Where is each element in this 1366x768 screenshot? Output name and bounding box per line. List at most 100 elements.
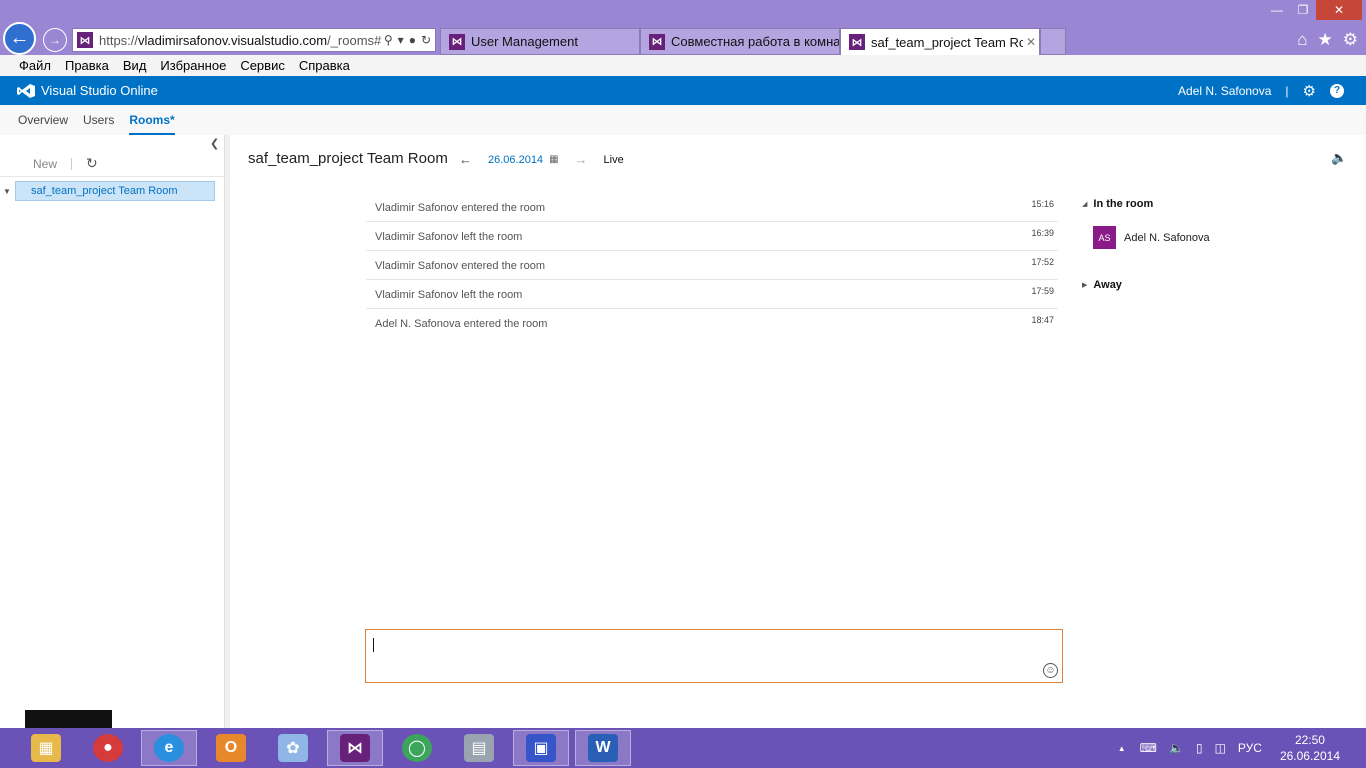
header-separator: | (1285, 83, 1289, 98)
date-navigator: ← 26.06.2014 ▦ → Live (459, 152, 624, 167)
current-date[interactable]: 26.06.2014 (488, 154, 543, 166)
show-hidden-icons-icon[interactable]: ▲ (1118, 744, 1126, 753)
keyboard-icon[interactable]: ⌨ (1140, 741, 1157, 755)
menu-edit[interactable]: Правка (65, 58, 109, 73)
text-caret (373, 638, 374, 652)
tab-user-management[interactable]: ⋈ User Management (440, 28, 640, 55)
list-item: Vladimir Safonov left the room 17:59 (366, 280, 1058, 309)
home-icon[interactable]: ⌂ (1297, 30, 1307, 50)
battery-icon[interactable]: ▯ (1196, 741, 1203, 755)
tab-overview[interactable]: Overview (18, 113, 68, 127)
ime-indicator (25, 710, 112, 728)
site-favicon-icon: ⋈ (77, 32, 93, 48)
visual-studio-logo-icon[interactable] (17, 83, 35, 98)
window-controls: — ❐ ✕ (1264, 0, 1362, 20)
server-icon: ▤ (464, 734, 494, 762)
taskbar-chrome[interactable]: ◯ (389, 730, 445, 766)
away-header[interactable]: ▶ Away (1082, 279, 1342, 291)
word-icon: W (588, 734, 618, 762)
rooms-toolbar: New ↻ (0, 151, 225, 177)
chrome-icon: ◯ (402, 734, 432, 762)
taskbar-internet-explorer[interactable]: e (141, 730, 197, 766)
product-title[interactable]: Visual Studio Online (41, 83, 158, 98)
refresh-icon[interactable]: ↻ (86, 155, 98, 172)
minimize-icon[interactable]: — (1264, 0, 1290, 20)
new-room-button[interactable]: New (33, 157, 57, 171)
menu-favorites[interactable]: Избранное (160, 58, 226, 73)
settings-gear-icon[interactable]: ⚙ (1343, 30, 1358, 50)
menu-help[interactable]: Справка (299, 58, 350, 73)
taskbar: ▦ ● e O ✿ ⋈ ◯ ▤ ▣ W ▲ ⌨ 🔈 ▯ ◫ РУС 22:50 … (0, 728, 1366, 768)
collapse-caret-icon: ◢ (1082, 201, 1088, 208)
taskbar-server[interactable]: ▤ (451, 730, 507, 766)
system-tray: ▲ ⌨ 🔈 ▯ ◫ РУС 22:50 26.06.2014 (1118, 728, 1366, 768)
taskbar-word[interactable]: W (575, 730, 631, 766)
menu-file[interactable]: Файл (19, 58, 51, 73)
volume-icon[interactable]: 🔈 (1169, 741, 1184, 755)
calendar-icon[interactable]: ▦ (549, 154, 558, 165)
language-indicator[interactable]: РУС (1238, 741, 1262, 755)
menu-view[interactable]: Вид (123, 58, 147, 73)
expand-caret-icon[interactable]: ▼ (3, 187, 11, 196)
tab-close-icon[interactable]: ✕ (1023, 35, 1039, 49)
menu-bar: Файл Правка Вид Избранное Сервис Справка (0, 55, 1366, 76)
floppy-disk-icon: ▣ (526, 734, 556, 762)
forward-button[interactable]: → (43, 28, 67, 52)
new-tab-button[interactable] (1040, 28, 1066, 55)
address-bar[interactable]: ⋈ https://vladimirsafonov.visualstudio.c… (72, 28, 436, 52)
gear-icon[interactable]: ⚙ (1303, 82, 1316, 100)
restore-icon[interactable]: ❐ (1290, 0, 1316, 20)
internet-explorer-icon: e (154, 734, 184, 762)
folder-icon: ▦ (31, 734, 61, 762)
search-icon[interactable]: ⚲ (384, 33, 393, 47)
taskbar-outlook[interactable]: O (203, 730, 259, 766)
help-icon[interactable]: ? (1330, 83, 1344, 98)
list-item: Vladimir Safonov left the room 16:39 (366, 222, 1058, 251)
clock[interactable]: 22:50 26.06.2014 (1280, 732, 1340, 764)
media-icon: ● (93, 734, 123, 762)
visual-studio-icon: ⋈ (340, 734, 370, 762)
tab-users[interactable]: Users (83, 113, 114, 127)
room-roster: ◢ In the room AS Adel N. Safonova ▶ Away (1082, 198, 1342, 291)
close-window-icon[interactable]: ✕ (1316, 0, 1362, 20)
room-list-item[interactable]: saf_team_project Team Room (15, 181, 215, 201)
tab-collaboration[interactable]: ⋈ Совместная работа в комнат... (640, 28, 840, 55)
message-input[interactable]: ☺ (365, 629, 1063, 683)
taskbar-app-2[interactable]: ● (80, 730, 136, 766)
user-name[interactable]: Adel N. Safonova (1178, 84, 1271, 98)
in-room-header[interactable]: ◢ In the room (1082, 198, 1342, 210)
app-header: Visual Studio Online Adel N. Safonova | … (0, 76, 1366, 105)
taskbar-explorer[interactable]: ▦ (18, 730, 74, 766)
taskbar-save[interactable]: ▣ (513, 730, 569, 766)
panel-splitter[interactable] (225, 135, 230, 728)
lock-icon[interactable]: ● (409, 33, 416, 47)
sound-icon[interactable]: 🔈 (1331, 150, 1347, 166)
list-item: Vladimir Safonov entered the room 17:52 (366, 251, 1058, 280)
member-name: Adel N. Safonova (1124, 231, 1210, 244)
taskbar-visual-studio[interactable]: ⋈ (327, 730, 383, 766)
emoticon-icon[interactable]: ☺ (1043, 663, 1058, 678)
tab-team-room[interactable]: ⋈ saf_team_project Team Roo... ✕ (840, 28, 1040, 55)
list-item: Vladimir Safonov entered the room 15:16 (366, 193, 1058, 222)
next-day-icon[interactable]: → (575, 152, 588, 167)
collapse-panel-icon[interactable]: ❮ (210, 137, 219, 150)
live-link[interactable]: Live (604, 154, 624, 166)
page-title: saf_team_project Team Room (248, 150, 448, 167)
palette-icon: ✿ (278, 734, 308, 762)
taskbar-paint[interactable]: ✿ (265, 730, 321, 766)
roster-member[interactable]: AS Adel N. Safonova (1093, 226, 1342, 249)
back-button[interactable]: ← (3, 22, 36, 55)
refresh-icon[interactable]: ↻ (421, 33, 431, 47)
menu-tools[interactable]: Сервис (240, 58, 285, 73)
expand-caret-icon: ▶ (1082, 282, 1088, 289)
tab-rooms[interactable]: Rooms* (129, 113, 176, 136)
rooms-panel: ❮ New ↻ ▼ saf_team_project Team Room (0, 135, 225, 728)
dropdown-icon[interactable]: ▾ (398, 33, 404, 47)
previous-day-icon[interactable]: ← (459, 152, 472, 167)
list-item: Adel N. Safonova entered the room 18:47 (375, 315, 1054, 330)
favorites-star-icon[interactable]: ★ (1318, 30, 1333, 50)
network-icon[interactable]: ◫ (1215, 741, 1226, 755)
toolbar-divider (71, 157, 73, 170)
browser-chrome: — ❐ ✕ ← → ⋈ https://vladimirsafonov.visu… (0, 0, 1366, 55)
tab-favicon-icon: ⋈ (449, 33, 465, 50)
